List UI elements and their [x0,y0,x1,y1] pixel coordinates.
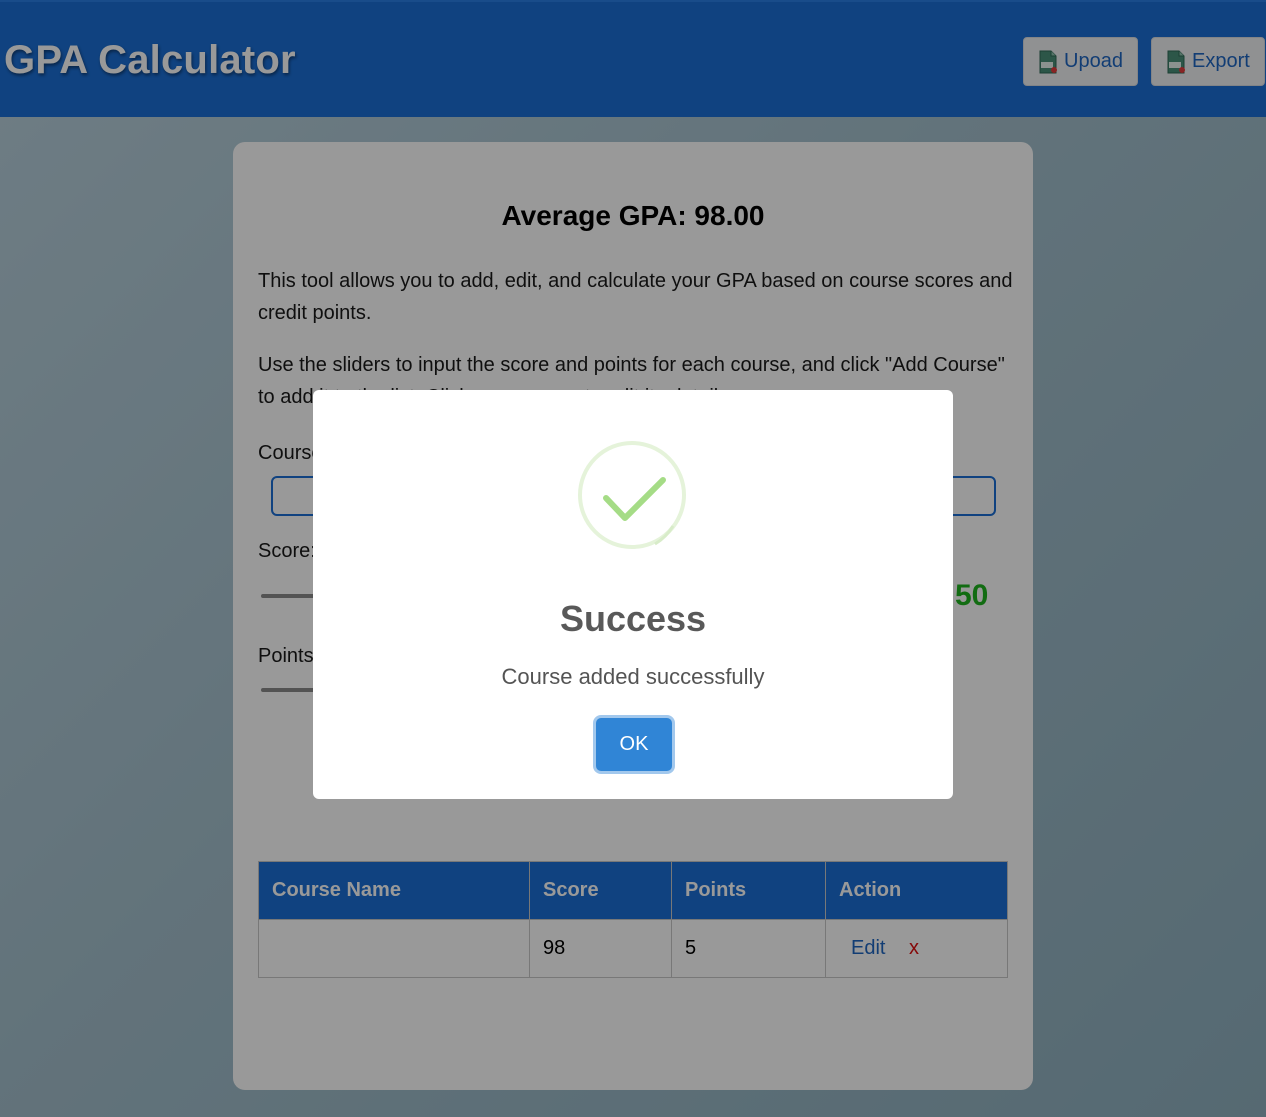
dialog-title: Success [559,598,707,639]
ok-button[interactable]: OK [596,718,672,771]
success-dialog: Success Course added successfully OK [313,390,953,799]
success-check-icon [578,441,686,549]
dialog-message: Course added successfully [501,664,765,689]
